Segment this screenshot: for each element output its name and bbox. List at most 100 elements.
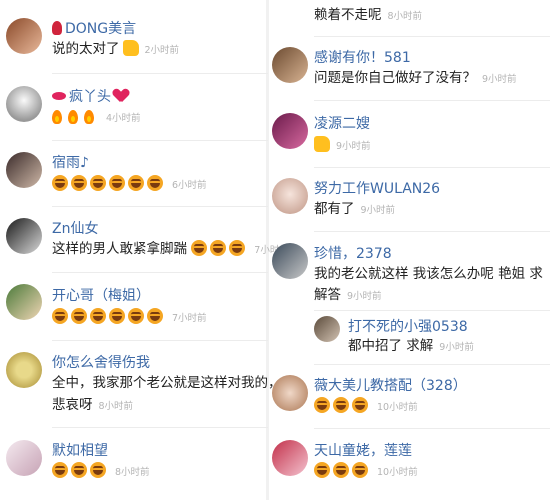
divider-line bbox=[314, 36, 550, 37]
commenter-name[interactable]: 默如相望 bbox=[52, 440, 108, 460]
laughing-emoji-icon bbox=[52, 462, 68, 478]
thumbs-up-emoji-icon bbox=[122, 40, 139, 56]
divider-line bbox=[52, 140, 268, 141]
comment-text: 我的老公就这样 我该怎么办呢 艳姐 求 bbox=[314, 266, 543, 282]
commenter-name[interactable]: 薇大美儿教搭配（328） bbox=[314, 375, 467, 395]
commenter-name[interactable]: DONG美言 bbox=[52, 18, 136, 38]
comment-text: 说的太对了 2小时前 bbox=[52, 40, 180, 57]
comment-emoji-row: 9小时前 bbox=[314, 134, 371, 158]
divider-line bbox=[52, 427, 268, 428]
laughing-emoji-icon bbox=[90, 175, 106, 191]
laughing-emoji-icon bbox=[352, 462, 368, 478]
comment-text: 这样的男人敢紧拿脚踹 7小时前 bbox=[52, 240, 289, 257]
comment-text: 问题是你自己做好了没有？ 9小时前 bbox=[314, 70, 517, 86]
comment-time: 8小时前 bbox=[98, 401, 134, 412]
avatar[interactable] bbox=[6, 352, 42, 388]
comment-emoji-row: 10小时前 bbox=[314, 460, 418, 484]
comment-time: 9小时前 bbox=[360, 205, 396, 216]
laughing-emoji-icon bbox=[333, 462, 349, 478]
avatar[interactable] bbox=[314, 316, 340, 342]
comment-text-continued: 解答 9小时前 bbox=[314, 287, 382, 303]
thumbs-up-emoji-icon bbox=[314, 136, 330, 152]
comment-time: 10小时前 bbox=[377, 402, 418, 413]
comment-emoji-row: 8小时前 bbox=[52, 460, 150, 484]
fire-emoji-icon bbox=[52, 110, 62, 124]
laughing-emoji-icon bbox=[314, 462, 330, 478]
avatar[interactable] bbox=[272, 178, 308, 214]
commenter-name[interactable]: 珍惜，2378 bbox=[314, 243, 392, 263]
commenter-name[interactable]: Zn仙女 bbox=[52, 218, 98, 238]
reply-commenter-name[interactable]: 打不死的小强0538 bbox=[348, 316, 468, 336]
laughing-emoji-icon bbox=[71, 308, 87, 324]
avatar[interactable] bbox=[6, 440, 42, 476]
reply-text: 都中招了 求解 9小时前 bbox=[348, 338, 474, 354]
laughing-emoji-icon bbox=[147, 175, 163, 191]
laughing-emoji-icon bbox=[333, 397, 349, 413]
commenter-name[interactable]: 疯丫头 bbox=[52, 86, 128, 106]
heart-emoji-icon bbox=[114, 89, 128, 103]
divider-line bbox=[314, 231, 550, 232]
comment-time: 8小时前 bbox=[115, 467, 150, 478]
comment-time: 9小时前 bbox=[347, 291, 382, 302]
divider-line bbox=[314, 364, 550, 365]
comment-emoji-row: 7小时前 bbox=[52, 306, 207, 330]
divider-line bbox=[314, 310, 550, 311]
comment-time: 2小时前 bbox=[144, 45, 180, 56]
divider-line bbox=[314, 167, 550, 168]
laughing-emoji-icon bbox=[52, 175, 68, 191]
laughing-emoji-icon bbox=[229, 240, 246, 256]
laughing-emoji-icon bbox=[71, 175, 87, 191]
laughing-emoji-icon bbox=[314, 397, 330, 413]
commenter-name[interactable]: 努力工作WULAN26 bbox=[314, 178, 440, 198]
avatar[interactable] bbox=[6, 218, 42, 254]
comment-emoji-row: 6小时前 bbox=[52, 173, 207, 197]
divider-line bbox=[314, 100, 550, 101]
comment-time: 10小时前 bbox=[377, 467, 418, 478]
divider-line bbox=[314, 428, 550, 429]
comment-emoji-row: 4小时前 bbox=[52, 106, 141, 130]
comment-text-continued: 悲哀呀 8小时前 bbox=[52, 397, 134, 413]
comment-time: 7小时前 bbox=[172, 313, 207, 324]
laughing-emoji-icon bbox=[52, 308, 68, 324]
dancer-emoji-icon bbox=[52, 21, 62, 35]
avatar[interactable] bbox=[272, 113, 308, 149]
avatar[interactable] bbox=[6, 284, 42, 320]
comment-time: 6小时前 bbox=[172, 180, 207, 191]
divider-line bbox=[52, 73, 268, 74]
comment-time: 9小时前 bbox=[439, 342, 474, 353]
comment-text: 全中，我家那个老公就是这样对我的， bbox=[52, 375, 282, 391]
comment-time: 9小时前 bbox=[482, 74, 517, 85]
avatar[interactable] bbox=[272, 47, 308, 83]
comment-column-left: DONG美言 说的太对了 2小时前 疯丫头 4小时前 宿雨♪ 6小时前 Zn仙女 … bbox=[0, 0, 289, 500]
comment-time: 4小时前 bbox=[106, 113, 141, 124]
avatar[interactable] bbox=[6, 86, 42, 122]
avatar[interactable] bbox=[272, 440, 308, 476]
divider-line bbox=[52, 206, 268, 207]
fire-emoji-icon bbox=[84, 110, 94, 124]
commenter-name[interactable]: 你怎么舍得伤我 bbox=[52, 352, 150, 372]
commenter-name[interactable]: 开心哥（梅姐） bbox=[52, 285, 150, 305]
avatar[interactable] bbox=[272, 375, 308, 411]
divider-line bbox=[52, 340, 268, 341]
avatar[interactable] bbox=[6, 18, 42, 54]
avatar[interactable] bbox=[272, 243, 308, 279]
laughing-emoji-icon bbox=[191, 240, 208, 256]
commenter-name[interactable]: 感谢有你！581 bbox=[314, 47, 411, 67]
fire-emoji-icon bbox=[68, 110, 78, 124]
comment-text: 赖着不走呢 8小时前 bbox=[314, 7, 423, 23]
laughing-emoji-icon bbox=[147, 308, 163, 324]
commenter-name[interactable]: 天山童姥，莲莲 bbox=[314, 440, 412, 460]
comment-time: 8小时前 bbox=[387, 11, 423, 22]
laughing-emoji-icon bbox=[128, 308, 144, 324]
commenter-name[interactable]: 凌源二嫂 bbox=[314, 113, 370, 133]
lips-emoji-icon bbox=[52, 92, 66, 100]
laughing-emoji-icon bbox=[71, 462, 87, 478]
comment-time: 9小时前 bbox=[336, 141, 371, 152]
commenter-name[interactable]: 宿雨♪ bbox=[52, 152, 89, 172]
laughing-emoji-icon bbox=[352, 397, 368, 413]
laughing-emoji-icon bbox=[90, 308, 106, 324]
divider-line bbox=[52, 272, 268, 273]
avatar[interactable] bbox=[6, 152, 42, 188]
comment-column-right: 赖着不走呢 8小时前 感谢有你！581 问题是你自己做好了没有？ 9小时前 凌源二嫂… bbox=[268, 0, 550, 500]
laughing-emoji-icon bbox=[90, 462, 106, 478]
